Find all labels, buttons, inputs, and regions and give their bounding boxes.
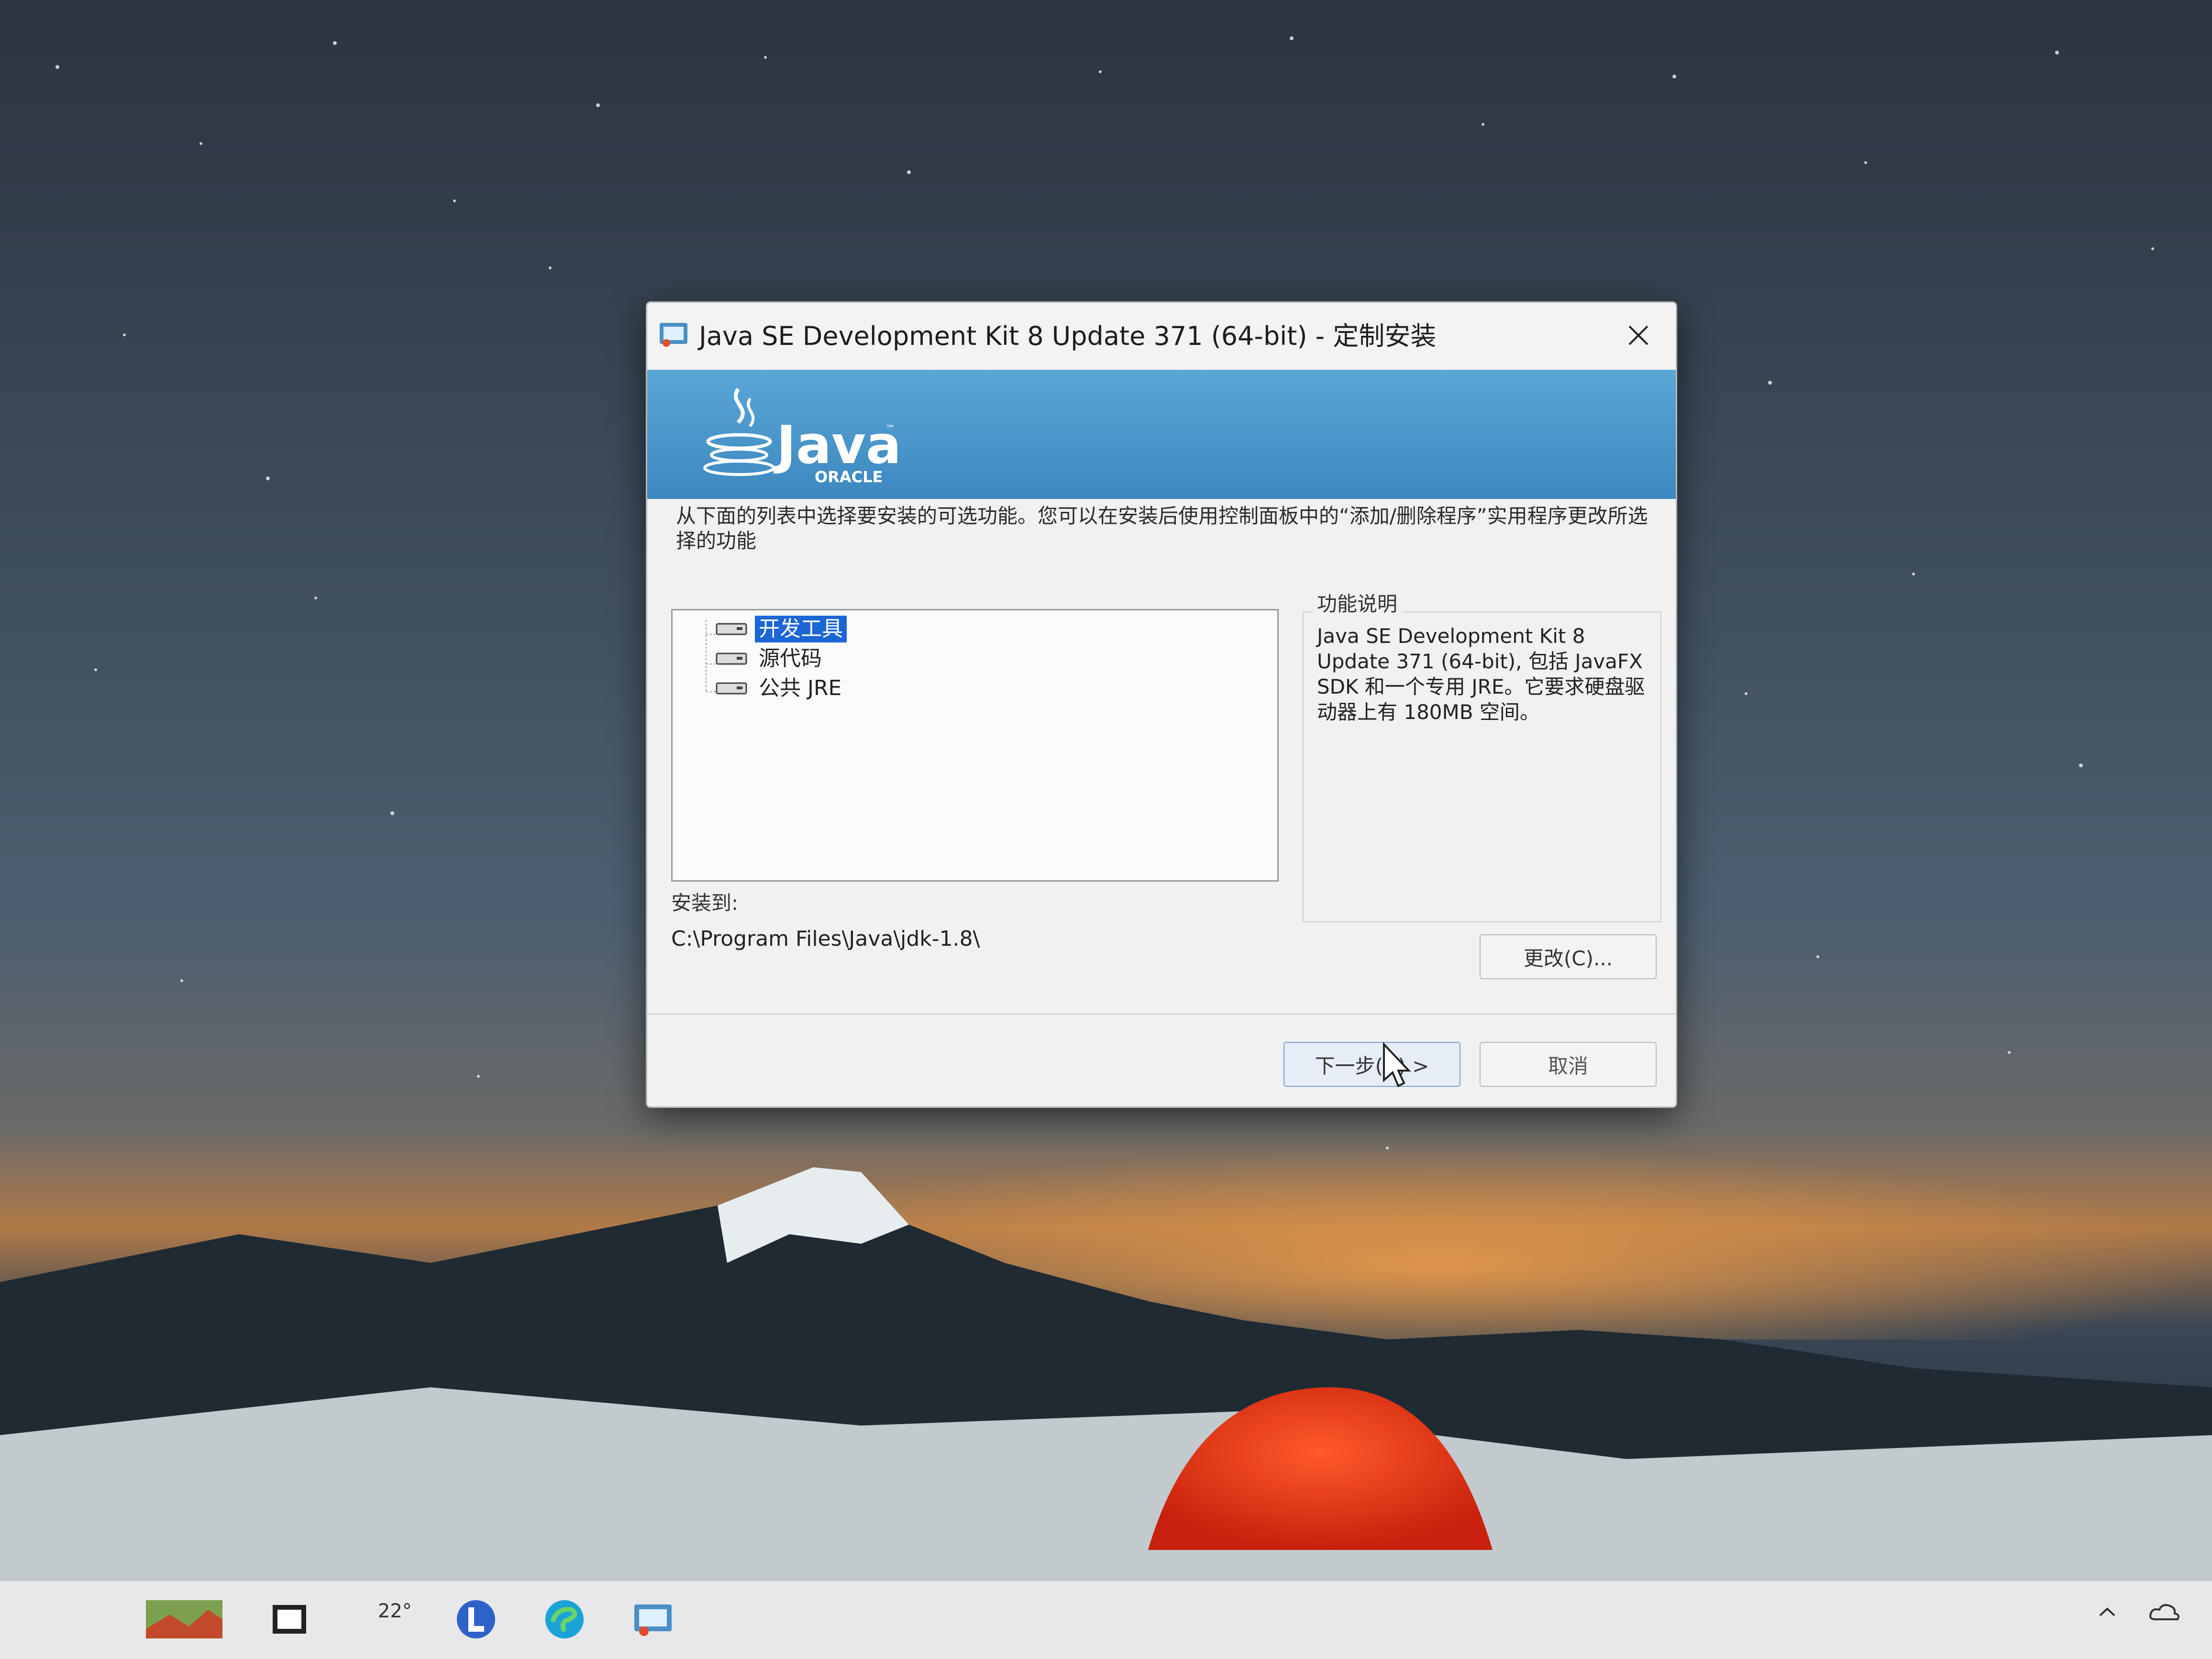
image-thumbnail-icon — [146, 1600, 222, 1638]
java-logo: Java ™ ORACLE — [703, 387, 901, 486]
taskbar-widget-thumbnail[interactable] — [144, 1593, 225, 1646]
taskbar-edge[interactable] — [538, 1593, 591, 1646]
title-bar[interactable]: Java SE Development Kit 8 Update 371 (64… — [647, 303, 1676, 370]
app-l-icon — [457, 1600, 495, 1638]
taskbar-app-l[interactable] — [450, 1593, 502, 1646]
folder-icon — [273, 1605, 306, 1634]
onedrive-tray[interactable] — [2148, 1600, 2181, 1629]
taskbar-java-installer[interactable] — [627, 1593, 679, 1646]
disk-drive-icon — [716, 623, 747, 635]
feature-item-public-jre[interactable]: 公共 JRE — [716, 675, 845, 702]
close-icon — [1628, 325, 1648, 345]
edge-browser-icon — [545, 1600, 584, 1638]
taskbar: 22° — [0, 1581, 2212, 1659]
java-installer-icon — [660, 323, 687, 347]
mouse-pointer-icon — [1383, 1042, 1411, 1087]
cancel-button[interactable]: 取消 — [1480, 1042, 1657, 1087]
chevron-up-icon — [2099, 1607, 2115, 1616]
feature-tree[interactable]: 开发工具 源代码 公共 JRE — [671, 609, 1279, 882]
feature-label: 公共 JRE — [759, 676, 842, 700]
java-trademark: ™ — [885, 423, 895, 434]
taskbar-file-explorer[interactable] — [263, 1593, 316, 1646]
window-title: Java SE Development Kit 8 Update 371 (64… — [699, 321, 1437, 351]
install-path: C:\Program Files\Java\jdk-1.8\ — [671, 927, 980, 951]
oracle-logo-text: ORACLE — [815, 468, 883, 486]
next-button[interactable]: 下一步(N) > — [1283, 1042, 1460, 1087]
feature-label: 源代码 — [759, 646, 822, 671]
feature-item-dev-tools[interactable]: 开发工具 — [716, 615, 847, 643]
cloud-icon — [2149, 1604, 2179, 1620]
feature-item-source-code[interactable]: 源代码 — [716, 645, 826, 673]
instructions-text: 从下面的列表中选择要安装的可选功能。您可以在安装后使用控制面板中的“添加/删除程… — [676, 504, 1648, 553]
installer-dialog: Java SE Development Kit 8 Update 371 (64… — [646, 301, 1677, 1108]
footer-separator — [647, 1013, 1676, 1015]
disk-drive-icon — [716, 653, 747, 665]
install-to-label: 安装到: — [671, 891, 739, 915]
feature-description-legend: 功能说明 — [1312, 590, 1403, 619]
feature-description-text: Java SE Development Kit 8 Update 371 (64… — [1317, 624, 1645, 724]
java-banner: Java ™ ORACLE — [647, 370, 1676, 499]
disk-drive-icon — [716, 682, 747, 695]
close-button[interactable] — [1610, 311, 1667, 359]
change-button[interactable]: 更改(C)... — [1480, 934, 1657, 979]
feature-label: 开发工具 — [755, 616, 847, 642]
java-logo-text: Java — [773, 414, 901, 476]
weather-temperature[interactable]: 22° — [378, 1600, 412, 1622]
show-hidden-icons[interactable] — [2095, 1600, 2119, 1629]
java-installer-icon — [634, 1604, 672, 1636]
